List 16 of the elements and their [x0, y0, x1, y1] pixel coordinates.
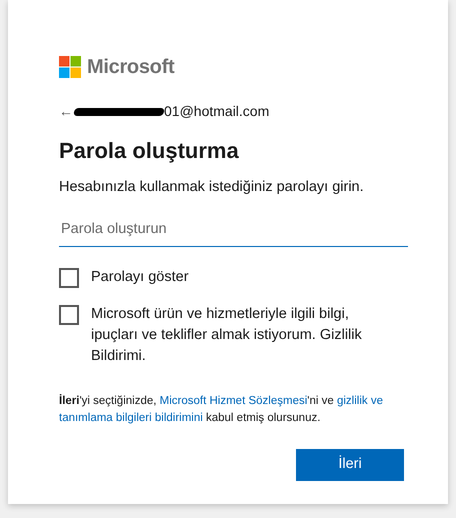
- next-button[interactable]: İleri: [296, 448, 404, 481]
- windows-logo-icon: [59, 56, 81, 78]
- checkbox-label: Parolayı göster: [91, 268, 189, 287]
- checkbox[interactable]: [59, 268, 79, 288]
- page-title: Parola oluşturma: [59, 137, 240, 165]
- account-email: 01@hotmail.com: [164, 102, 270, 121]
- checkbox-label: Microsoft ürün ve hizmetleriyle ilgili bilgi, ipuçları ve teklifler almak istiyorum. Gizlilik Bildirimi.: [91, 304, 363, 366]
- legal-notice: İleri'yi seçtiğinizde, Microsoft Hizmet Sözleşmesi'ni ve gizlilik ve tanımlama bilgileri bildirimini kabul etmiş olursunuz.: [59, 393, 384, 426]
- legal-link[interactable]: Microsoft Hizmet Sözleşmesi: [160, 394, 308, 407]
- checkbox[interactable]: [59, 304, 79, 325]
- legal-link[interactable]: gizlilik ve: [336, 394, 383, 407]
- logo-wordmark: Microsoft: [87, 55, 174, 80]
- back-button[interactable]: ←: [59, 101, 73, 122]
- password-field[interactable]: Parola oluşturun: [59, 212, 408, 247]
- legal-link[interactable]: tanımlama bilgileri bildirimini: [59, 412, 203, 424]
- page-description: Hesabınızla kullanmak istediğiniz parolayı girin.: [59, 178, 365, 197]
